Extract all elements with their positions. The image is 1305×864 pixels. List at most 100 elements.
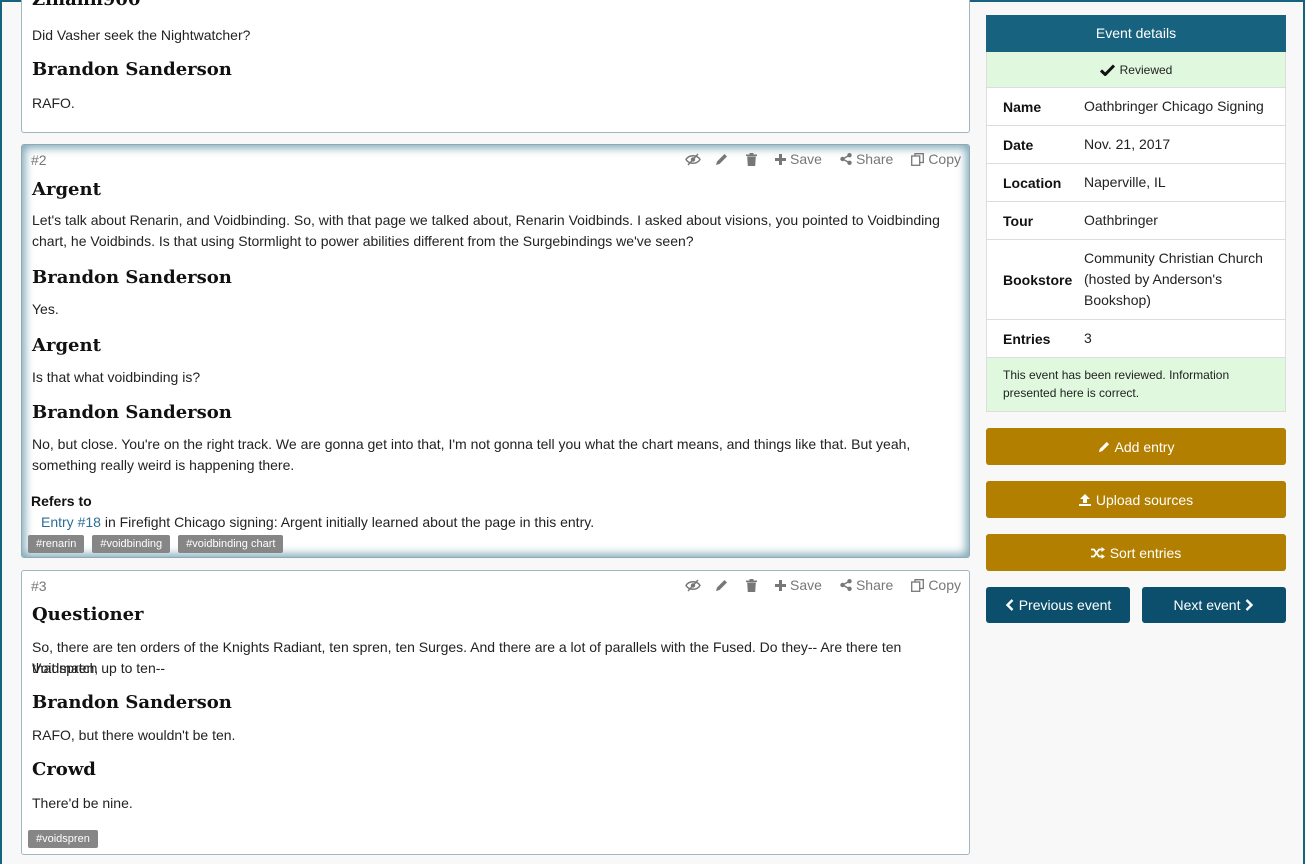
upload-sources-label: Upload sources	[1095, 491, 1194, 508]
speaker-name: Brandon Sanderson	[32, 59, 232, 80]
detail-row-bookstore: Bookstore Community Christian Church (ho…	[987, 240, 1285, 320]
refers-to-heading: Refers to	[31, 493, 92, 509]
detail-row-tour: Tour Oathbringer	[987, 202, 1285, 240]
copy-icon	[911, 152, 925, 166]
detail-value: Nov. 21, 2017	[1084, 136, 1171, 152]
share-button[interactable]: Share	[840, 151, 893, 167]
tag-renarin[interactable]: #renarin	[28, 535, 85, 553]
entry-text: Let's talk about Renarin, and Voidbindin…	[32, 212, 940, 228]
plus-icon	[775, 579, 787, 591]
detail-row-entries: Entries 3	[987, 320, 1285, 358]
event-details-sidebar: Event details Reviewed Name Oathbringer …	[986, 15, 1286, 623]
event-nav: Previous event Next event	[986, 587, 1286, 623]
trash-icon	[746, 152, 758, 166]
entry-text: Yes.	[32, 301, 59, 317]
entry-text: RAFO.	[32, 95, 75, 111]
edit-button[interactable]	[715, 579, 728, 592]
eye-slash-icon	[685, 579, 701, 591]
save-button[interactable]: Save	[775, 151, 822, 167]
entry-text: There'd be nine.	[32, 795, 133, 811]
save-label: Save	[790, 577, 822, 593]
share-label: Share	[855, 151, 894, 167]
entry-toolbar: Save Share Copy	[671, 577, 961, 593]
entry-text: Is that what voidbinding is?	[32, 369, 201, 385]
delete-button[interactable]	[746, 578, 758, 592]
hide-button[interactable]	[685, 153, 701, 166]
eye-slash-icon	[685, 153, 701, 165]
chevron-right-icon	[1246, 599, 1254, 611]
save-label: Save	[790, 151, 822, 167]
detail-key: Bookstore	[1003, 271, 1073, 288]
entry-3: #3 Save Share Copy Questioner So, there …	[21, 570, 970, 855]
detail-key: Entries	[1003, 330, 1051, 347]
detail-value: Community Christian Church (hosted by An…	[1084, 250, 1263, 308]
detail-row-name: Name Oathbringer Chicago Signing	[987, 88, 1285, 126]
check-icon	[1099, 63, 1115, 76]
chevron-left-icon	[1005, 599, 1014, 611]
entry-1: Zinahh900 Did Vasher seek the Nightwatch…	[21, 0, 970, 133]
previous-event-label: Previous event	[1018, 597, 1112, 613]
detail-value: 3	[1084, 330, 1092, 346]
event-details-panel: Reviewed Name Oathbringer Chicago Signin…	[986, 52, 1286, 412]
speaker-name: Argent	[32, 335, 101, 356]
next-event-button[interactable]: Next event	[1142, 587, 1286, 623]
reviewed-badge: Reviewed	[987, 52, 1285, 88]
save-button[interactable]: Save	[775, 577, 822, 593]
share-icon	[840, 579, 852, 591]
copy-button[interactable]: Copy	[911, 577, 961, 593]
tag-list: #renarin #voidbinding #voidbinding chart	[28, 535, 284, 553]
review-note: This event has been reviewed. Informatio…	[987, 358, 1285, 411]
next-event-label: Next event	[1173, 597, 1241, 613]
entry-text: No, but close. You're on the right track…	[32, 436, 911, 452]
pencil-icon	[1098, 441, 1109, 452]
tag-voidbinding-chart[interactable]: #voidbinding chart	[178, 535, 284, 553]
entry-text: something really weird is happening ther…	[32, 457, 295, 473]
detail-value: Oathbringer Chicago Signing	[1084, 98, 1264, 114]
speaker-name: Brandon Sanderson	[32, 402, 232, 423]
entry-2: #2 Save Share Copy Argent Let's talk abo…	[21, 144, 970, 558]
pencil-icon	[716, 579, 728, 591]
edit-button[interactable]	[715, 153, 728, 166]
pencil-icon	[716, 153, 728, 165]
speaker-name: Zinahh900	[32, 0, 140, 10]
entry-18-link[interactable]: Entry #18	[41, 514, 101, 530]
detail-key: Date	[1003, 136, 1034, 153]
speaker-name: Brandon Sanderson	[32, 267, 232, 288]
entry-number: #3	[31, 578, 47, 594]
detail-key: Location	[1003, 174, 1062, 191]
delete-button[interactable]	[746, 152, 758, 166]
add-entry-label: Add entry	[1114, 438, 1175, 455]
upload-sources-button[interactable]: Upload sources	[986, 481, 1286, 518]
add-entry-button[interactable]: Add entry	[986, 428, 1286, 465]
tag-voidbinding[interactable]: #voidbinding	[92, 535, 171, 553]
reviewed-label: Reviewed	[1119, 62, 1173, 77]
entry-toolbar: Save Share Copy	[671, 151, 961, 167]
hide-button[interactable]	[685, 579, 701, 592]
trash-icon	[746, 578, 758, 592]
detail-key: Name	[1003, 98, 1042, 115]
sort-entries-label: Sort entries	[1109, 544, 1182, 561]
copy-icon	[911, 578, 925, 592]
copy-button[interactable]: Copy	[911, 151, 961, 167]
upload-icon	[1078, 493, 1091, 506]
speaker-name: Questioner	[32, 604, 144, 625]
tag-voidspren[interactable]: #voidspren	[28, 830, 98, 848]
speaker-name: Argent	[32, 179, 101, 200]
speaker-name: Crowd	[32, 759, 96, 780]
share-label: Share	[855, 577, 894, 593]
plus-icon	[775, 153, 787, 165]
entry-number: #2	[31, 152, 47, 168]
shuffle-icon	[1090, 546, 1105, 559]
entry-text: RAFO, but there wouldn't be ten.	[32, 727, 236, 743]
sort-entries-button[interactable]: Sort entries	[986, 534, 1286, 571]
refers-to-line: Entry #18 in Firefight Chicago signing: …	[41, 514, 594, 530]
previous-event-button[interactable]: Previous event	[986, 587, 1130, 623]
copy-label: Copy	[928, 151, 961, 167]
detail-row-location: Location Naperville, IL	[987, 164, 1285, 202]
detail-key: Tour	[1003, 212, 1034, 229]
tag-list: #voidspren	[28, 830, 98, 848]
refers-to-text: in Firefight Chicago signing: Argent ini…	[100, 514, 595, 530]
copy-label: Copy	[928, 577, 961, 593]
share-icon	[840, 153, 852, 165]
share-button[interactable]: Share	[840, 577, 893, 593]
